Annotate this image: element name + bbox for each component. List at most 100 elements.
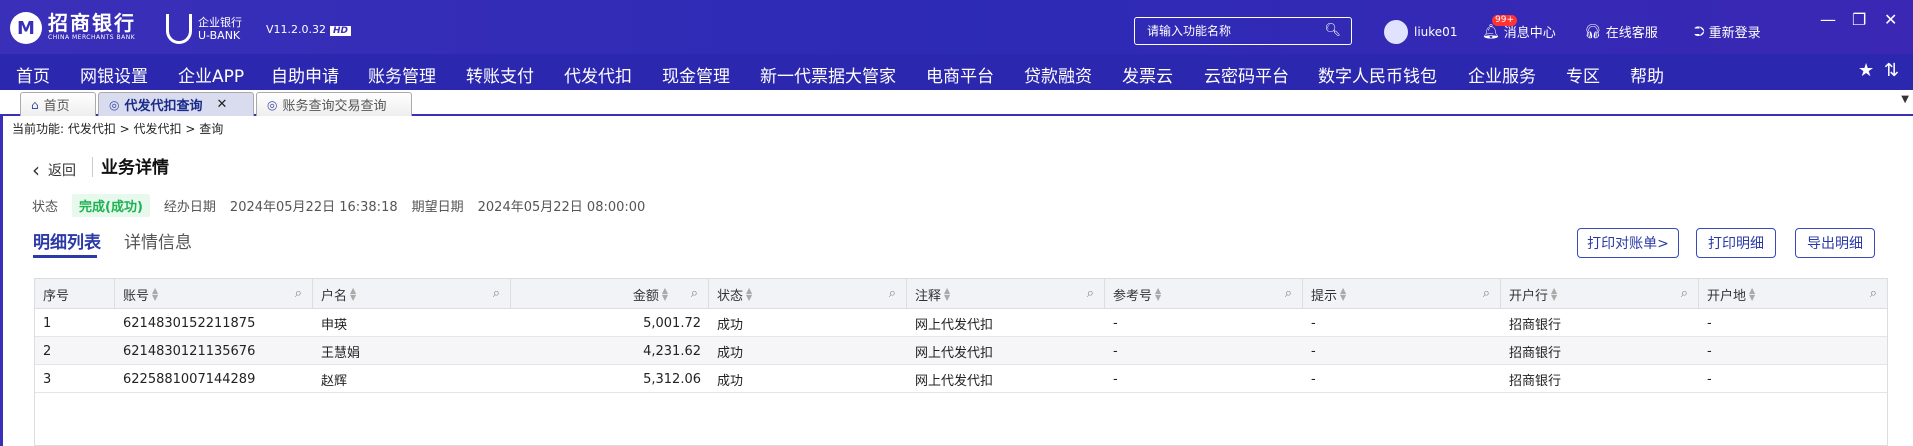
col-name[interactable]: 户名 ▲ ▼ ⌕ — [313, 279, 511, 309]
nav-zone[interactable]: 专区 — [1566, 62, 1600, 87]
cell-status: 成功 — [717, 317, 744, 333]
col-location[interactable]: 开户地 ▲ ▼ ⌕ — [1699, 279, 1887, 309]
search-icon[interactable]: ⌕ — [1285, 286, 1292, 301]
nav-cash-mgmt[interactable]: 现金管理 — [662, 62, 730, 87]
search-icon[interactable]: ⌕ — [1870, 286, 1877, 301]
search-icon[interactable]: ⌕ — [1681, 286, 1688, 301]
sort-icon[interactable]: ▲ ▼ — [944, 287, 950, 302]
cell-status: 成功 — [717, 373, 744, 389]
nav-home[interactable]: 首页 — [16, 62, 50, 87]
nav-self-apply[interactable]: 自助申请 — [271, 62, 339, 87]
ubank-logo: 企业银行 U-BANK — [166, 14, 242, 44]
cmb-logo-icon: M — [10, 12, 42, 44]
ubank-en: U-BANK — [198, 29, 241, 42]
col-hint[interactable]: 提示 ▲ ▼ ⌕ — [1303, 279, 1501, 309]
cell-reference: - — [1113, 315, 1118, 331]
relogin-button[interactable]: ⮊ 重新登录 — [1694, 22, 1761, 42]
cell-hint: - — [1311, 371, 1316, 387]
nav-help[interactable]: 帮助 — [1630, 62, 1664, 87]
print-statement-button[interactable]: 打印对账单> — [1577, 228, 1679, 258]
sort-icon[interactable]: ▲ ▼ — [1551, 287, 1557, 302]
divider — [92, 157, 93, 177]
nav-accounting[interactable]: 账务管理 — [368, 62, 436, 87]
search-icon[interactable]: ⌕ — [889, 286, 896, 301]
star-icon[interactable]: ★ — [1858, 60, 1874, 81]
cell-amount: 5,312.06 — [643, 371, 701, 387]
nav-payroll[interactable]: 代发代扣 — [564, 62, 632, 87]
function-search-input[interactable] — [1135, 18, 1315, 44]
sort-icon[interactable]: ▲ ▼ — [1749, 287, 1755, 302]
logo-en-text: CHINA MERCHANTS BANK — [48, 34, 136, 41]
col-amount[interactable]: 金额 ▲ ▼ ⌕ — [511, 279, 709, 309]
breadcrumb: 当前功能: 代发代扣 > 代发代扣 > 查询 — [12, 122, 224, 136]
sort-icon[interactable]: ▲ ▼ — [746, 287, 752, 302]
login-icon: ⮊ — [1694, 23, 1705, 40]
app-header: M 招商银行 CHINA MERCHANTS BANK 企业银行 U-BANK … — [0, 0, 1913, 54]
nav-bill-manager[interactable]: 新一代票据大管家 — [760, 62, 896, 87]
close-tab-icon[interactable]: ✕ — [217, 97, 228, 112]
nav-enterprise-service[interactable]: 企业服务 — [1468, 62, 1536, 87]
table-row[interactable]: 2 6214830121135676 王慧娟 4,231.62 成功 网上代发代… — [35, 337, 1887, 365]
export-detail-button[interactable]: 导出明细 — [1795, 228, 1875, 258]
sort-icon[interactable]: ⇅ — [1884, 60, 1899, 81]
search-icon[interactable]: ⌕ — [1087, 286, 1094, 301]
sort-icon[interactable]: ▲ ▼ — [1340, 287, 1346, 302]
restore-icon[interactable]: ❐ — [1852, 10, 1866, 29]
function-search[interactable]: 🔍︎ — [1134, 17, 1352, 45]
search-icon[interactable]: ⌕ — [493, 286, 500, 301]
subtab-detail-list[interactable]: 明细列表 — [33, 228, 101, 253]
col-reference[interactable]: 参考号 ▲ ▼ ⌕ — [1105, 279, 1303, 309]
nav-transfer[interactable]: 转账支付 — [466, 62, 534, 87]
nav-invoice-cloud[interactable]: 发票云 — [1122, 62, 1173, 87]
sort-icon[interactable]: ▲ ▼ — [662, 287, 668, 302]
nav-digital-rmb[interactable]: 数字人民币钱包 — [1318, 62, 1437, 87]
tab-dropdown-icon[interactable]: ▼ — [1901, 94, 1909, 105]
online-service-button[interactable]: 🎧︎ 在线客服 — [1584, 22, 1658, 42]
logo-cn-text: 招商银行 — [48, 11, 136, 35]
sort-icon[interactable]: ▲ ▼ — [152, 287, 158, 302]
subtab-detail-info[interactable]: 详情信息 — [124, 228, 192, 253]
user-menu[interactable]: liuke01 — [1384, 20, 1457, 44]
table-row[interactable]: 1 6214830152211875 申瑛 5,001.72 成功 网上代发代扣… — [35, 309, 1887, 337]
tab-payroll-query[interactable]: ◎ 代发代扣查询 ✕ — [98, 92, 254, 116]
col-bank[interactable]: 开户行 ▲ ▼ ⌕ — [1501, 279, 1699, 309]
col-account[interactable]: 账号 ▲ ▼ ⌕ — [115, 279, 313, 309]
bank-logo: M 招商银行 CHINA MERCHANTS BANK — [10, 12, 136, 44]
sort-icon[interactable]: ▲ ▼ — [1155, 287, 1161, 302]
version-badge: HD — [330, 26, 352, 36]
username[interactable]: liuke01 — [1414, 25, 1457, 39]
table-row[interactable]: 3 6225881007144289 赵辉 5,312.06 成功 网上代发代扣… — [35, 365, 1887, 393]
cell-reference: - — [1113, 371, 1118, 387]
tab-home[interactable]: ⌂ 首页 — [20, 92, 96, 116]
cell-memo: 网上代发代扣 — [915, 317, 994, 333]
col-status[interactable]: 状态 ▲ ▼ ⌕ — [709, 279, 907, 309]
search-icon[interactable]: ⌕ — [691, 286, 698, 301]
search-icon[interactable]: ⌕ — [295, 286, 302, 301]
col-memo[interactable]: 注释 ▲ ▼ ⌕ — [907, 279, 1105, 309]
sort-icon[interactable]: ▲ ▼ — [350, 287, 356, 302]
globe-icon: ◎ — [267, 97, 278, 112]
version-label: V11.2.0.32 HD — [266, 23, 352, 36]
minimize-icon[interactable]: — — [1820, 10, 1836, 29]
nav-loans[interactable]: 贷款融资 — [1024, 62, 1092, 87]
cell-seq: 3 — [43, 371, 52, 387]
nav-netbank-settings[interactable]: 网银设置 — [80, 62, 148, 87]
search-icon[interactable]: ⌕ — [1483, 286, 1490, 301]
detail-table: 序号 账号 ▲ ▼ ⌕ 户名 ▲ ▼ ⌕ 金额 ▲ ▼ ⌕ 状态 ▲ ▼ ⌕ 注释 ▲ ▼ ⌕ 参考号 ▲ ▼ ⌕ … — [34, 278, 1888, 446]
tab-account-query[interactable]: ◎ 账务查询交易查询 — [256, 92, 412, 116]
main-nav: 首页 网银设置 企业APP 自助申请 账务管理 转账支付 代发代扣 现金管理 新… — [0, 54, 1913, 90]
close-icon[interactable]: ✕ — [1884, 10, 1897, 29]
avatar[interactable] — [1384, 20, 1408, 44]
col-seq[interactable]: 序号 — [35, 279, 115, 309]
back-button[interactable]: ‹ 返回 — [32, 158, 76, 182]
cell-account: 6225881007144289 — [123, 371, 256, 387]
print-detail-button[interactable]: 打印明细 — [1696, 228, 1776, 258]
nav-ecommerce[interactable]: 电商平台 — [926, 62, 994, 87]
cell-bank: 招商银行 — [1509, 317, 1562, 333]
message-center-button[interactable]: 🔔︎ 99+ 消息中心 — [1482, 14, 1556, 41]
nav-cloud-crypto[interactable]: 云密码平台 — [1204, 62, 1289, 87]
cell-memo: 网上代发代扣 — [915, 345, 994, 361]
search-icon[interactable]: 🔍︎ — [1324, 23, 1341, 38]
nav-enterprise-app[interactable]: 企业APP — [178, 62, 244, 87]
status-line: 状态 完成(成功) 经办日期 2024年05月22日 16:38:18 期望日期… — [32, 194, 659, 217]
